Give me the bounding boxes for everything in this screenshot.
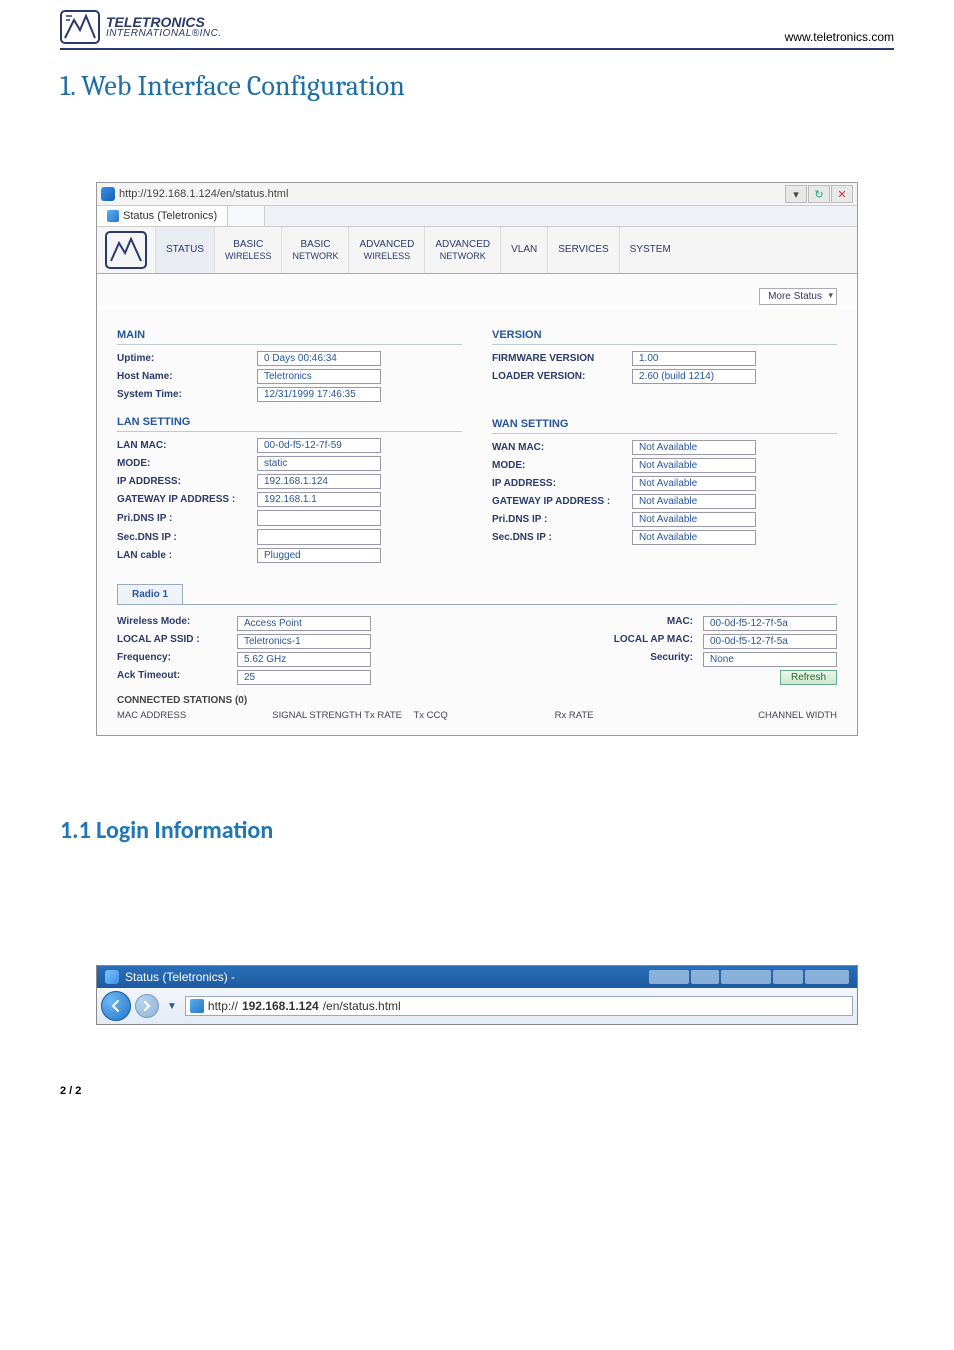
nav-system[interactable]: SYSTEM [619, 227, 681, 273]
radio-mac: 00-0d-f5-12-7f-5a [703, 616, 837, 631]
favicon-icon [190, 999, 204, 1013]
connected-stations-title: CONNECTED STATIONS (0) [117, 695, 837, 706]
logo-line2: INTERNATIONAL®INC. [106, 29, 222, 39]
logo: TELETRONICS INTERNATIONAL®INC. [60, 10, 222, 44]
wan-ip: Not Available [632, 476, 756, 491]
wireless-mode: Access Point [237, 616, 371, 631]
ack-timeout: 25 [237, 670, 371, 685]
history-dropdown-icon[interactable]: ▼ [163, 1001, 181, 1012]
nav-advanced-wireless[interactable]: ADVANCEDWIRELESS [348, 227, 424, 273]
page-title: 1. Web Interface Configuration [60, 70, 894, 102]
uptime-label: Uptime: [117, 353, 257, 364]
nav-vlan[interactable]: VLAN [500, 227, 547, 273]
wan-pri-dns: Not Available [632, 512, 756, 527]
tab-label: Status (Teletronics) [123, 210, 217, 222]
group-lan-title: LAN SETTING [117, 416, 462, 432]
address-bar[interactable]: http:// 192.168.1.124/en/status.html [185, 996, 853, 1016]
lan-sec-dns [257, 529, 381, 545]
group-wan-title: WAN SETTING [492, 418, 837, 434]
teletronics-logo-icon [60, 10, 100, 44]
url-host: 192.168.1.124 [242, 999, 319, 1013]
url-path: /en/status.html [323, 999, 401, 1013]
browser-window: http://192.168.1.124/en/status.html ▾ ↻ … [96, 182, 858, 736]
radio-tab[interactable]: Radio 1 [117, 584, 183, 604]
systime-label: System Time: [117, 389, 257, 400]
page-number: 2 / 2 [60, 1085, 894, 1097]
arrow-left-icon [109, 999, 123, 1013]
back-button[interactable] [101, 991, 131, 1021]
local-ap-ssid: Teletronics-1 [237, 634, 371, 649]
firmware-version: 1.00 [632, 351, 756, 366]
subsection-title: 1.1 Login Information [60, 816, 894, 845]
lan-ip: 192.168.1.124 [257, 474, 381, 489]
window-shapes [649, 970, 849, 984]
nav-services[interactable]: SERVICES [547, 227, 618, 273]
loader-version: 2.60 (build 1214) [632, 369, 756, 384]
wan-mode: Not Available [632, 458, 756, 473]
logo-line1: TELETRONICS [106, 15, 222, 29]
app-logo-icon [105, 231, 147, 269]
nav-basic-network[interactable]: BASICNETWORK [281, 227, 348, 273]
frequency: 5.62 GHz [237, 652, 371, 667]
systime-value: 12/31/1999 17:46:35 [257, 387, 381, 402]
wan-mac: Not Available [632, 440, 756, 455]
lan-cable: Plugged [257, 548, 381, 563]
lan-mode: static [257, 456, 381, 471]
group-main-title: MAIN [117, 329, 462, 345]
lan-gateway: 192.168.1.1 [257, 492, 381, 507]
uptime-value: 0 Days 00:46:34 [257, 351, 381, 366]
wan-gateway: Not Available [632, 494, 756, 509]
close-icon[interactable]: ✕ [831, 185, 853, 203]
refresh-icon[interactable]: ↻ [808, 185, 830, 203]
forward-button[interactable] [135, 994, 159, 1018]
dropdown-icon[interactable]: ▾ [785, 185, 807, 203]
nav-advanced-network[interactable]: ADVANCEDNETWORK [424, 227, 500, 273]
browser-tab[interactable]: Status (Teletronics) [97, 206, 228, 226]
more-status-dropdown[interactable]: More Status [759, 288, 837, 305]
hostname-label: Host Name: [117, 371, 257, 382]
url-proto: http:// [208, 999, 238, 1013]
security: None [703, 652, 837, 667]
connected-stations-header: MAC ADDRESS SIGNAL STRENGTH Tx RATE Tx C… [117, 710, 837, 721]
mini-browser-window: Status (Teletronics) - ▼ http:// 192.168.… [96, 965, 858, 1025]
site-url: www.teletronics.com [785, 30, 894, 44]
address-url[interactable]: http://192.168.1.124/en/status.html [119, 188, 785, 200]
new-tab-button[interactable] [228, 206, 265, 226]
wan-sec-dns: Not Available [632, 530, 756, 545]
local-ap-mac: 00-0d-f5-12-7f-5a [703, 634, 837, 649]
nav-status[interactable]: STATUS [155, 227, 214, 273]
refresh-button[interactable]: Refresh [780, 670, 837, 685]
mini-title: Status (Teletronics) - [125, 970, 235, 984]
lan-pri-dns [257, 510, 381, 526]
ie-icon [101, 187, 115, 201]
favicon-icon [107, 210, 119, 222]
favicon-icon [105, 970, 119, 984]
arrow-right-icon [142, 1001, 152, 1011]
group-version-title: VERSION [492, 329, 837, 345]
hostname-value: Teletronics [257, 369, 381, 384]
lan-mac: 00-0d-f5-12-7f-59 [257, 438, 381, 453]
nav-basic-wireless[interactable]: BASICWIRELESS [214, 227, 282, 273]
